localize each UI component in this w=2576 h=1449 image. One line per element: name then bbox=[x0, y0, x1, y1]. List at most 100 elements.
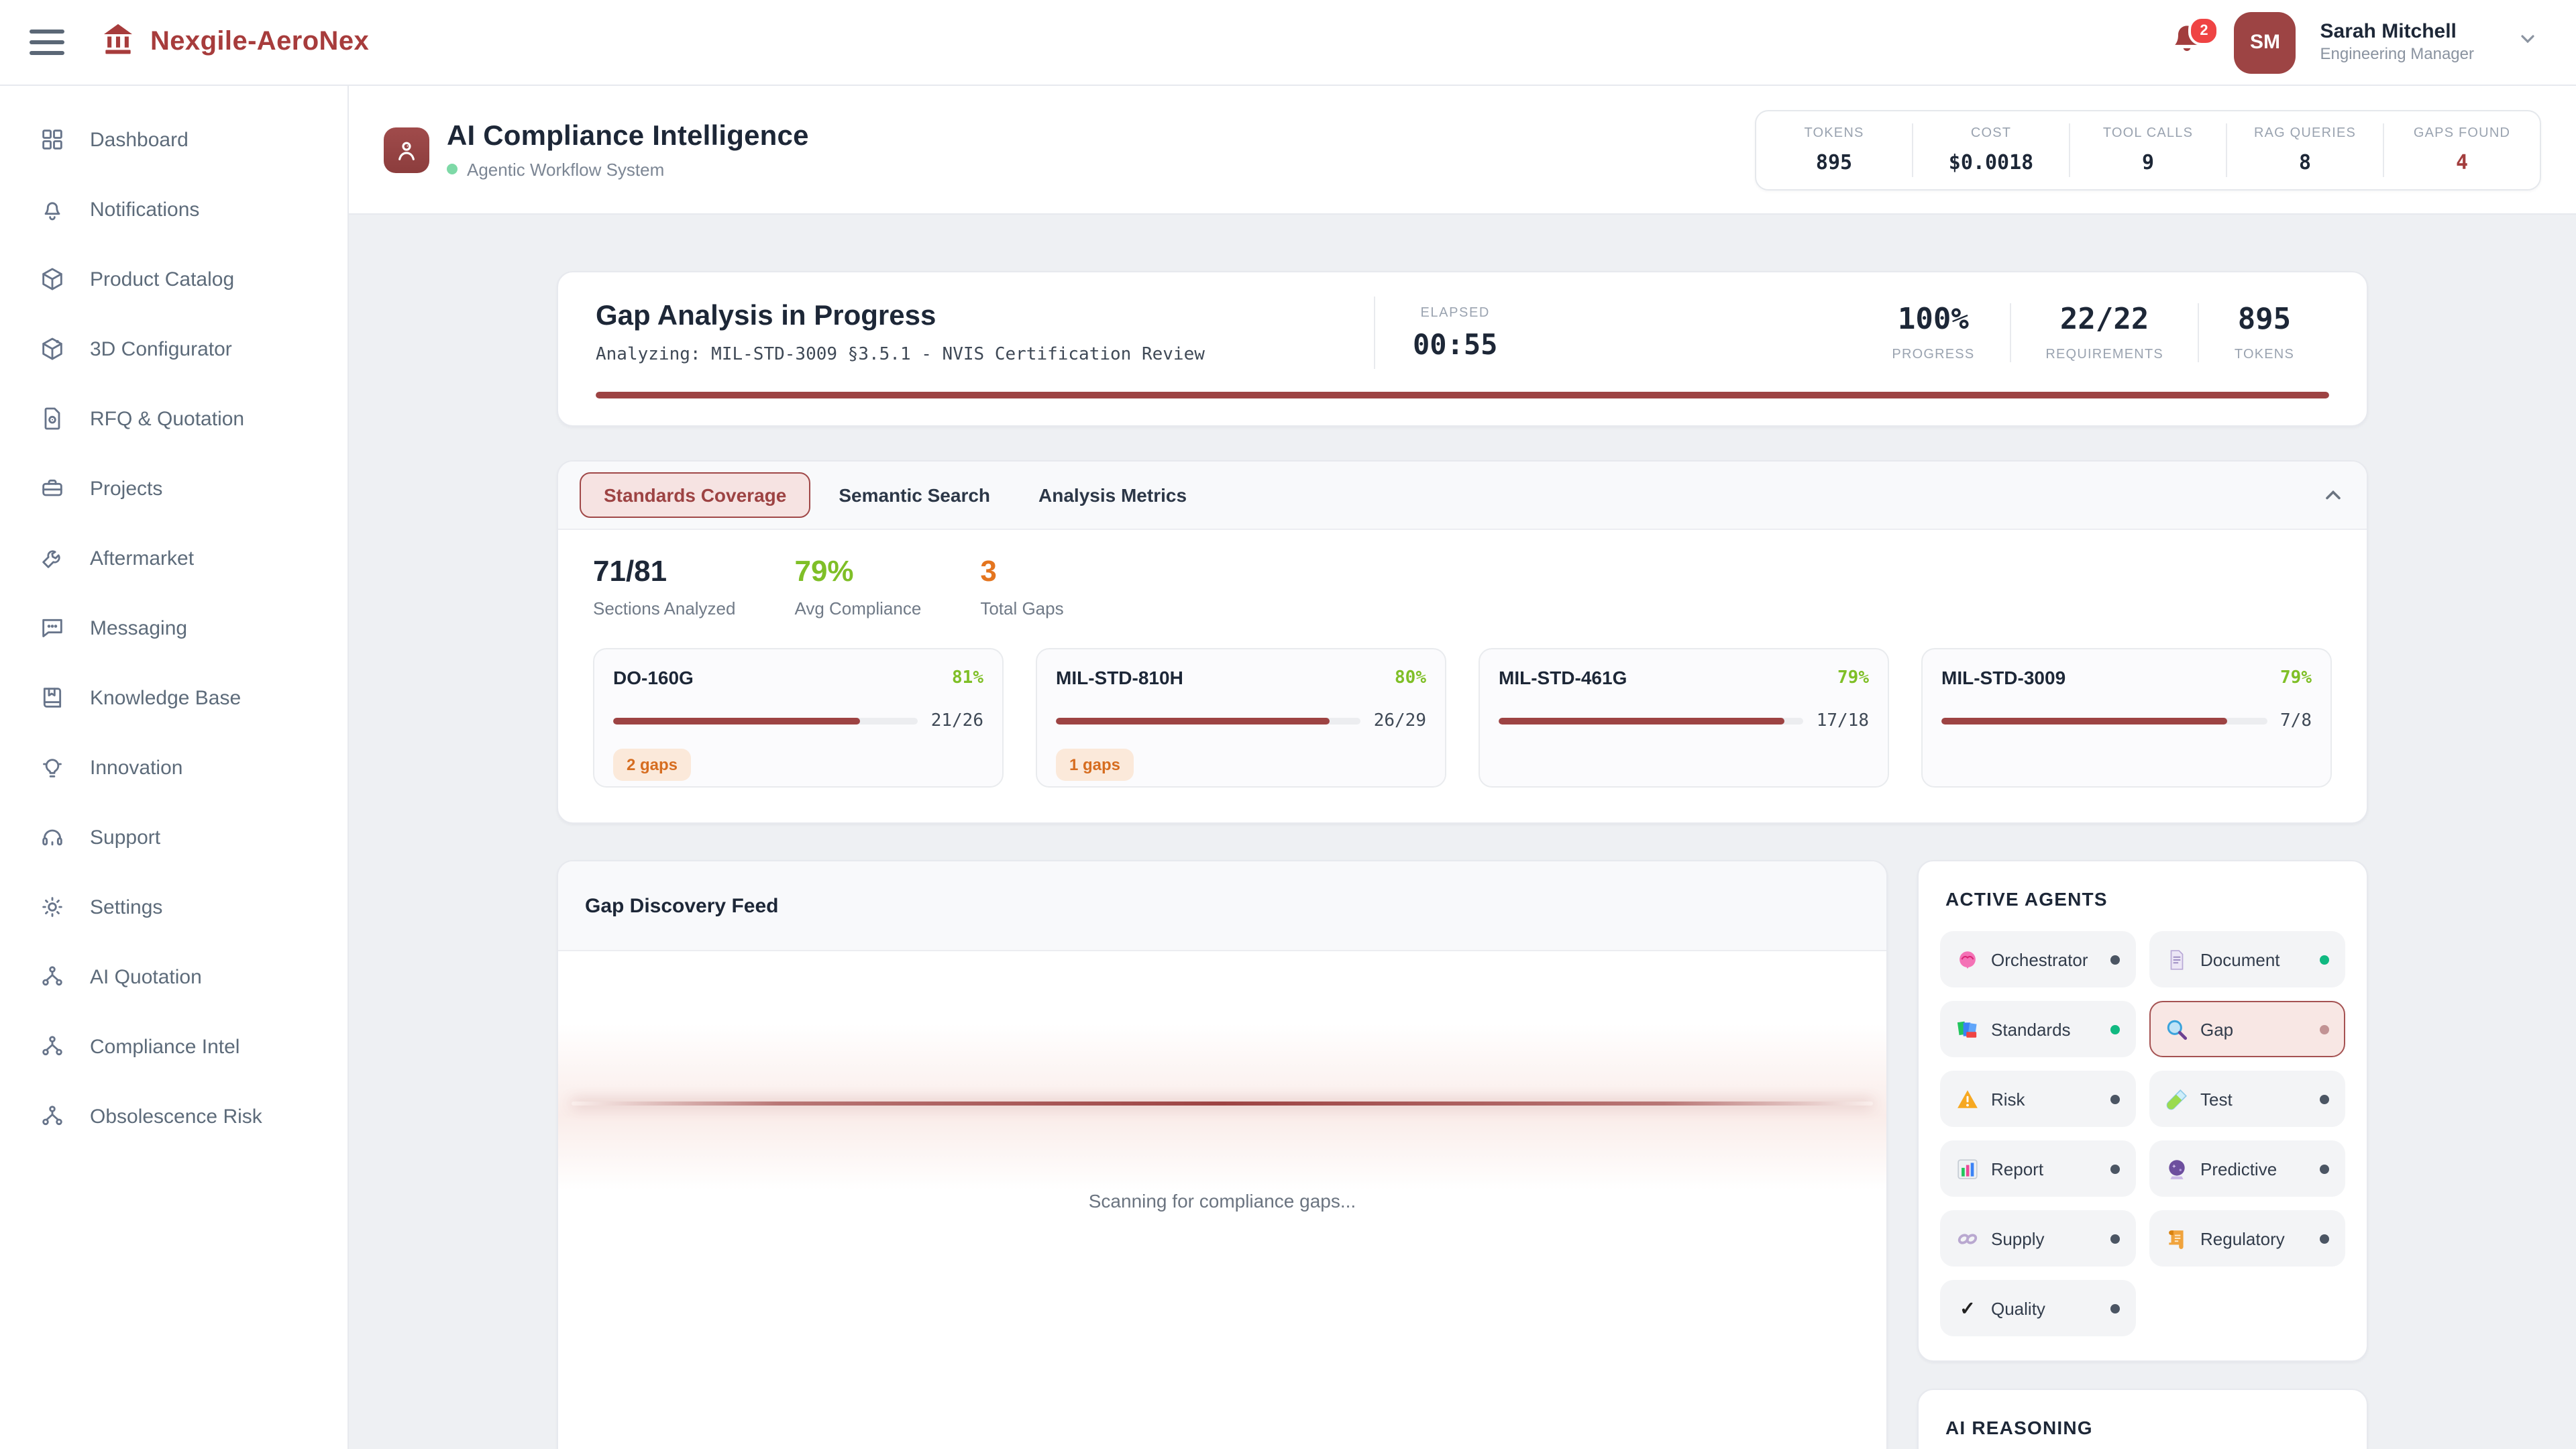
sidebar-item-settings[interactable]: Settings bbox=[0, 872, 347, 942]
box-icon bbox=[38, 264, 67, 294]
sidebar-item-3d-configurator[interactable]: 3D Configurator bbox=[0, 314, 347, 384]
workflow-icon bbox=[38, 1102, 67, 1131]
sidebar-item-compliance-intel[interactable]: Compliance Intel bbox=[0, 1012, 347, 1081]
sidebar-item-dashboard[interactable]: Dashboard bbox=[0, 105, 347, 174]
brand-logo[interactable]: Nexgile-AeroNex bbox=[99, 20, 369, 64]
tab-analysis-metrics[interactable]: Analysis Metrics bbox=[1018, 472, 1207, 518]
main-area: AI Compliance Intelligence Agentic Workf… bbox=[349, 86, 2576, 1449]
agent-name: Report bbox=[1991, 1159, 2043, 1179]
scanning-status-text: Scanning for compliance gaps... bbox=[558, 1190, 1886, 1212]
sidebar-item-projects[interactable]: Projects bbox=[0, 453, 347, 523]
sidebar-item-aftermarket[interactable]: Aftermarket bbox=[0, 523, 347, 593]
sidebar-item-label: AI Quotation bbox=[90, 965, 202, 988]
chevron-up-icon[interactable] bbox=[2321, 483, 2345, 507]
agent-status-dot bbox=[2110, 1303, 2120, 1313]
metric-label: PROGRESS bbox=[1892, 347, 1974, 362]
sun-icon bbox=[38, 892, 67, 922]
user-name: Sarah Mitchell bbox=[2320, 19, 2475, 45]
ai-reasoning-title: AI REASONING bbox=[1945, 1417, 2345, 1438]
sidebar-item-label: Obsolescence Risk bbox=[90, 1105, 262, 1128]
agent-status-dot bbox=[2320, 1164, 2329, 1173]
standard-card[interactable]: MIL-STD-810H 80% 26/29 1 gaps bbox=[1036, 648, 1446, 788]
sidebar-item-label: Compliance Intel bbox=[90, 1035, 239, 1058]
sidebar-item-messaging[interactable]: Messaging bbox=[0, 593, 347, 663]
agent-gap[interactable]: Gap bbox=[2149, 1001, 2345, 1057]
notification-count-badge: 2 bbox=[2189, 15, 2220, 45]
sidebar-item-support[interactable]: Support bbox=[0, 802, 347, 872]
stat-rag-queries: RAG QUERIES 8 bbox=[2226, 123, 2383, 176]
warning-icon bbox=[1956, 1087, 1979, 1110]
gap-discovery-feed-card: Gap Discovery Feed Scanning for complian… bbox=[557, 860, 1888, 1449]
standard-progress-fill bbox=[1499, 718, 1784, 724]
workflow-icon bbox=[38, 962, 67, 991]
agent-status-dot bbox=[2320, 955, 2329, 964]
metric-value: 22/22 bbox=[2060, 303, 2149, 337]
agent-report[interactable]: Report bbox=[1940, 1140, 2136, 1197]
agent-status-dot bbox=[2110, 1094, 2120, 1104]
check-icon: ✓ bbox=[1956, 1297, 1979, 1320]
bank-icon bbox=[99, 20, 137, 64]
standard-card[interactable]: MIL-STD-3009 79% 7/8 bbox=[1921, 648, 2332, 788]
standard-progress-fill bbox=[1941, 718, 2228, 724]
chat-icon bbox=[38, 613, 67, 643]
agent-orchestrator[interactable]: Orchestrator bbox=[1940, 931, 2136, 987]
wrench-icon bbox=[38, 543, 67, 573]
sidebar-item-ai-quotation[interactable]: AI Quotation bbox=[0, 942, 347, 1012]
analysis-subtitle: Analyzing: MIL-STD-3009 §3.5.1 - NVIS Ce… bbox=[596, 345, 1347, 365]
sidebar-item-notifications[interactable]: Notifications bbox=[0, 174, 347, 244]
sidebar-item-rfq-quotation[interactable]: RFQ & Quotation bbox=[0, 384, 347, 453]
link-icon bbox=[1956, 1227, 1979, 1250]
tab-semantic-search[interactable]: Semantic Search bbox=[818, 472, 1010, 518]
standard-section-count: 21/26 bbox=[931, 711, 983, 731]
standard-card[interactable]: MIL-STD-461G 79% 17/18 bbox=[1479, 648, 1889, 788]
scan-gradient bbox=[558, 1024, 1886, 1190]
sidebar-item-knowledge-base[interactable]: Knowledge Base bbox=[0, 663, 347, 733]
test-tube-icon bbox=[2165, 1087, 2188, 1110]
agent-status-dot bbox=[2320, 1234, 2329, 1243]
standard-progress-track bbox=[613, 718, 918, 724]
briefcase-icon bbox=[38, 474, 67, 503]
sidebar-item-label: RFQ & Quotation bbox=[90, 407, 244, 430]
avatar[interactable]: SM bbox=[2235, 11, 2296, 73]
sidebar-item-label: Dashboard bbox=[90, 128, 189, 151]
page-header: AI Compliance Intelligence Agentic Workf… bbox=[349, 86, 2576, 215]
sidebar-item-product-catalog[interactable]: Product Catalog bbox=[0, 244, 347, 314]
standard-compliance-pct: 79% bbox=[2280, 667, 2312, 688]
page-title: AI Compliance Intelligence bbox=[447, 120, 809, 152]
tab-standards-coverage[interactable]: Standards Coverage bbox=[580, 472, 810, 518]
gaps-badge: 2 gaps bbox=[613, 749, 691, 781]
agent-name: Test bbox=[2200, 1089, 2233, 1109]
standard-section-count: 26/29 bbox=[1374, 711, 1426, 731]
active-agents-title: ACTIVE AGENTS bbox=[1945, 888, 2345, 910]
agent-standards[interactable]: Standards bbox=[1940, 1001, 2136, 1057]
topbar-right: 2 SM Sarah Mitchell Engineering Manager bbox=[2170, 11, 2539, 73]
sidebar-item-obsolescence-risk[interactable]: Obsolescence Risk bbox=[0, 1081, 347, 1151]
agent-regulatory[interactable]: Regulatory bbox=[2149, 1210, 2345, 1267]
standard-progress-track bbox=[1056, 718, 1360, 724]
sidebar-item-innovation[interactable]: Innovation bbox=[0, 733, 347, 802]
metric-value: 895 bbox=[2238, 303, 2292, 337]
agent-risk[interactable]: Risk bbox=[1940, 1071, 2136, 1127]
agent-document[interactable]: Document bbox=[2149, 931, 2345, 987]
scan-line bbox=[572, 1102, 1873, 1106]
metric-value: 100% bbox=[1898, 303, 1969, 337]
book-icon bbox=[38, 683, 67, 712]
agent-supply[interactable]: Supply bbox=[1940, 1210, 2136, 1267]
stat-label: RAG QUERIES bbox=[2254, 125, 2356, 140]
divider bbox=[1374, 297, 1375, 369]
standard-card[interactable]: DO-160G 81% 21/26 2 gaps bbox=[593, 648, 1004, 788]
agent-predictive[interactable]: Predictive bbox=[2149, 1140, 2345, 1197]
standard-section-count: 7/8 bbox=[2280, 711, 2312, 731]
notifications-bell-button[interactable]: 2 bbox=[2170, 21, 2210, 64]
agent-name: Risk bbox=[1991, 1089, 2025, 1109]
hamburger-menu-icon[interactable] bbox=[30, 30, 64, 55]
brain-icon bbox=[1956, 948, 1979, 971]
agent-name: Document bbox=[2200, 949, 2280, 969]
standard-progress-track bbox=[1499, 718, 1803, 724]
agent-status-dot bbox=[2110, 1234, 2120, 1243]
agent-test[interactable]: Test bbox=[2149, 1071, 2345, 1127]
agent-quality[interactable]: ✓ Quality bbox=[1940, 1280, 2136, 1336]
stat-tokens: TOKENS 895 bbox=[1756, 123, 1912, 176]
summary-label: Avg Compliance bbox=[794, 598, 921, 619]
chevron-down-icon[interactable] bbox=[2517, 28, 2538, 56]
